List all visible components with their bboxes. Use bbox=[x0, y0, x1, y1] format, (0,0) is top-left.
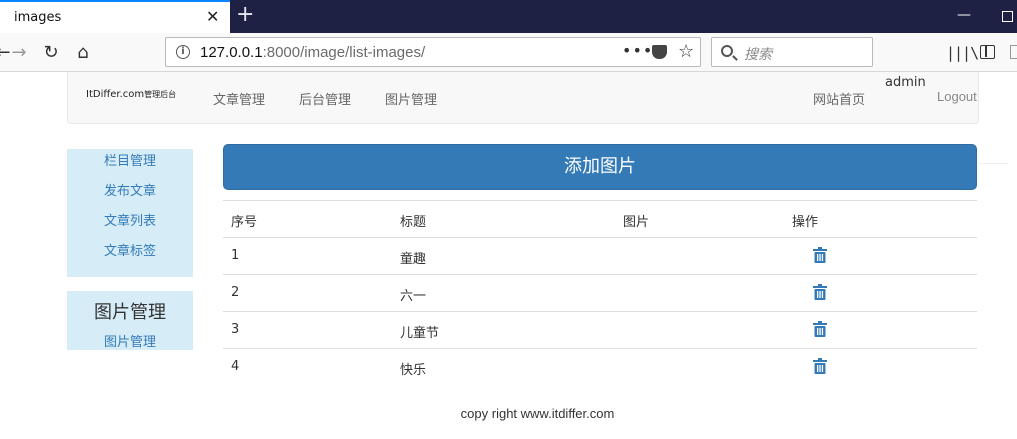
bookmark-star-icon[interactable]: ☆ bbox=[678, 41, 694, 62]
overflow-icon[interactable] bbox=[1010, 45, 1017, 59]
sidebar-icon[interactable] bbox=[980, 45, 995, 59]
pocket-icon[interactable] bbox=[652, 45, 667, 59]
sidebar-item-columns[interactable]: 栏目管理 bbox=[67, 150, 193, 169]
images-table: 序号 标题 图片 操作 1 童趣 2 六一 3 儿童节 4 快乐 bbox=[223, 200, 977, 385]
info-icon[interactable]: i bbox=[176, 45, 190, 59]
maximize-icon[interactable] bbox=[1002, 11, 1013, 22]
page-actions-icon[interactable]: ••• bbox=[622, 41, 653, 60]
row-number: 2 bbox=[231, 285, 240, 300]
brand-suffix: 管理后台 bbox=[144, 90, 177, 99]
logout-link[interactable]: Logout bbox=[937, 89, 977, 104]
sidebar-image-panel: 图片管理 图片管理 bbox=[67, 291, 193, 350]
brand-name: ItDiffer.com bbox=[86, 89, 145, 100]
trash-icon[interactable] bbox=[813, 358, 827, 374]
table-row: 4 快乐 bbox=[223, 348, 977, 385]
row-title: 快乐 bbox=[400, 363, 427, 378]
table-row: 3 儿童节 bbox=[223, 311, 977, 348]
row-title: 童趣 bbox=[400, 252, 427, 267]
browser-navbar: ← → ↻ ⌂ i 127.0.0.1:8000/image/list-imag… bbox=[0, 33, 1017, 72]
search-icon bbox=[721, 45, 733, 57]
search-bar[interactable]: 搜索 bbox=[711, 37, 873, 67]
sidebar-item-images[interactable]: 图片管理 bbox=[67, 331, 193, 350]
tab-title: images bbox=[14, 10, 62, 25]
url-text[interactable]: 127.0.0.1:8000/image/list-images/ bbox=[200, 44, 425, 61]
reload-icon[interactable]: ↻ bbox=[40, 42, 62, 64]
home-icon[interactable]: ⌂ bbox=[72, 42, 94, 64]
row-title: 六一 bbox=[400, 289, 427, 304]
brand-logo[interactable]: ItDiffer.com管理后台 bbox=[86, 89, 176, 100]
table-header: 序号 标题 图片 操作 bbox=[223, 200, 977, 237]
table-row: 1 童趣 bbox=[223, 237, 977, 274]
column-header-image: 图片 bbox=[623, 215, 650, 230]
trash-icon[interactable] bbox=[813, 247, 827, 263]
sidebar-item-publish[interactable]: 发布文章 bbox=[67, 180, 193, 199]
column-header-title: 标题 bbox=[400, 215, 427, 230]
trash-icon[interactable] bbox=[813, 284, 827, 300]
sidebar-image-heading: 图片管理 bbox=[94, 302, 166, 323]
search-placeholder: 搜索 bbox=[744, 47, 772, 63]
site-navbar: ItDiffer.com管理后台 文章管理 后台管理 图片管理 网站首页 adm… bbox=[67, 72, 979, 124]
column-header-number: 序号 bbox=[231, 215, 258, 230]
sidebar-item-article-list[interactable]: 文章列表 bbox=[67, 210, 193, 229]
divider bbox=[978, 163, 1008, 164]
trash-icon[interactable] bbox=[813, 321, 827, 337]
minimize-icon[interactable]: — bbox=[957, 7, 971, 23]
row-number: 3 bbox=[231, 322, 240, 337]
browser-tab[interactable]: images ✕ bbox=[0, 0, 230, 33]
username: admin bbox=[885, 75, 926, 90]
table-row: 2 六一 bbox=[223, 274, 977, 311]
nav-article-management[interactable]: 文章管理 bbox=[213, 89, 265, 108]
library-icon[interactable]: |||\ bbox=[946, 44, 979, 62]
row-title: 儿童节 bbox=[400, 326, 440, 341]
footer-copyright: copy right www.itdiffer.com bbox=[460, 406, 615, 421]
nav-image-management[interactable]: 图片管理 bbox=[385, 89, 437, 108]
url-host: 127.0.0.1 bbox=[200, 44, 263, 61]
row-number: 1 bbox=[231, 248, 240, 263]
new-tab-icon[interactable]: + bbox=[236, 4, 254, 26]
sidebar-article-panel: 栏目管理 发布文章 文章列表 文章标签 bbox=[67, 149, 193, 277]
sidebar-item-tags[interactable]: 文章标签 bbox=[67, 240, 193, 259]
close-tab-icon[interactable]: ✕ bbox=[206, 8, 219, 26]
column-header-actions: 操作 bbox=[792, 215, 819, 230]
nav-site-home[interactable]: 网站首页 bbox=[813, 89, 865, 108]
nav-admin-management[interactable]: 后台管理 bbox=[299, 89, 351, 108]
add-image-button[interactable]: 添加图片 bbox=[223, 144, 977, 190]
browser-titlebar: images ✕ + — bbox=[0, 0, 1017, 33]
url-path: :8000/image/list-images/ bbox=[262, 44, 426, 61]
row-number: 4 bbox=[231, 359, 240, 374]
forward-icon[interactable]: → bbox=[8, 42, 30, 64]
url-bar[interactable]: i 127.0.0.1:8000/image/list-images/ ••• … bbox=[165, 37, 701, 67]
